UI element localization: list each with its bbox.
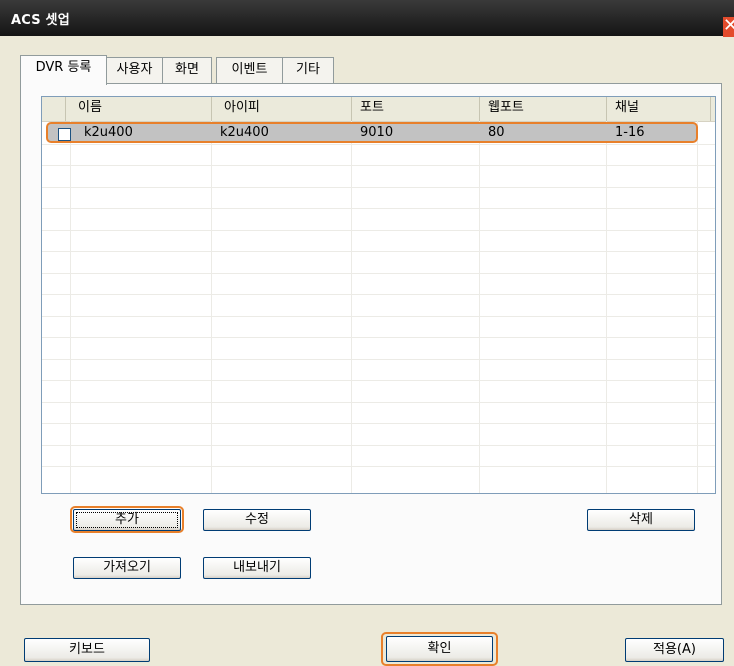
cell-web-port: 80: [488, 125, 505, 140]
row-checkbox[interactable]: [58, 128, 71, 141]
cell-channel: 1-16: [615, 125, 645, 140]
tab-dvr-registration[interactable]: DVR 등록: [20, 55, 107, 85]
dvr-list[interactable]: 이름 아이피 포트 웹포트 채널 k2u400 k2u400 9010 80 1…: [41, 96, 716, 494]
tab-misc[interactable]: 기타: [282, 57, 334, 84]
table-row[interactable]: k2u400 k2u400 9010 80 1-16: [46, 122, 698, 143]
window-title: ACS 셋업: [11, 13, 70, 28]
acs-setup-window: ACS 셋업 ✕ DVR 등록 사용자 화면 이벤트 기타 이름 아이피 포트 …: [0, 0, 734, 666]
close-icon[interactable]: ✕: [723, 17, 734, 37]
cell-ip: k2u400: [220, 125, 269, 140]
column-port[interactable]: 포트: [352, 97, 480, 121]
keyboard-button[interactable]: 키보드: [24, 638, 150, 662]
tab-users[interactable]: 사용자: [106, 57, 163, 84]
tab-events[interactable]: 이벤트: [216, 57, 283, 84]
column-ip[interactable]: 아이피: [212, 97, 352, 121]
export-button[interactable]: 내보내기: [203, 557, 311, 579]
ok-button[interactable]: 확인: [386, 636, 493, 662]
title-bar: ACS 셋업 ✕: [0, 0, 734, 37]
cell-port: 9010: [360, 125, 394, 140]
header-checkbox-column: [42, 97, 66, 121]
column-name[interactable]: 이름: [66, 97, 212, 121]
import-button[interactable]: 가져오기: [73, 557, 181, 579]
edit-button[interactable]: 수정: [203, 509, 311, 531]
column-web-port[interactable]: 웹포트: [480, 97, 607, 121]
cell-name: k2u400: [84, 125, 133, 140]
delete-button[interactable]: 삭제: [587, 509, 695, 531]
apply-button[interactable]: 적용(A): [625, 638, 724, 662]
add-button[interactable]: 추가: [73, 509, 181, 531]
tab-screen[interactable]: 화면: [162, 57, 212, 84]
column-channel[interactable]: 채널: [607, 97, 711, 121]
list-header: 이름 아이피 포트 웹포트 채널: [42, 97, 715, 122]
